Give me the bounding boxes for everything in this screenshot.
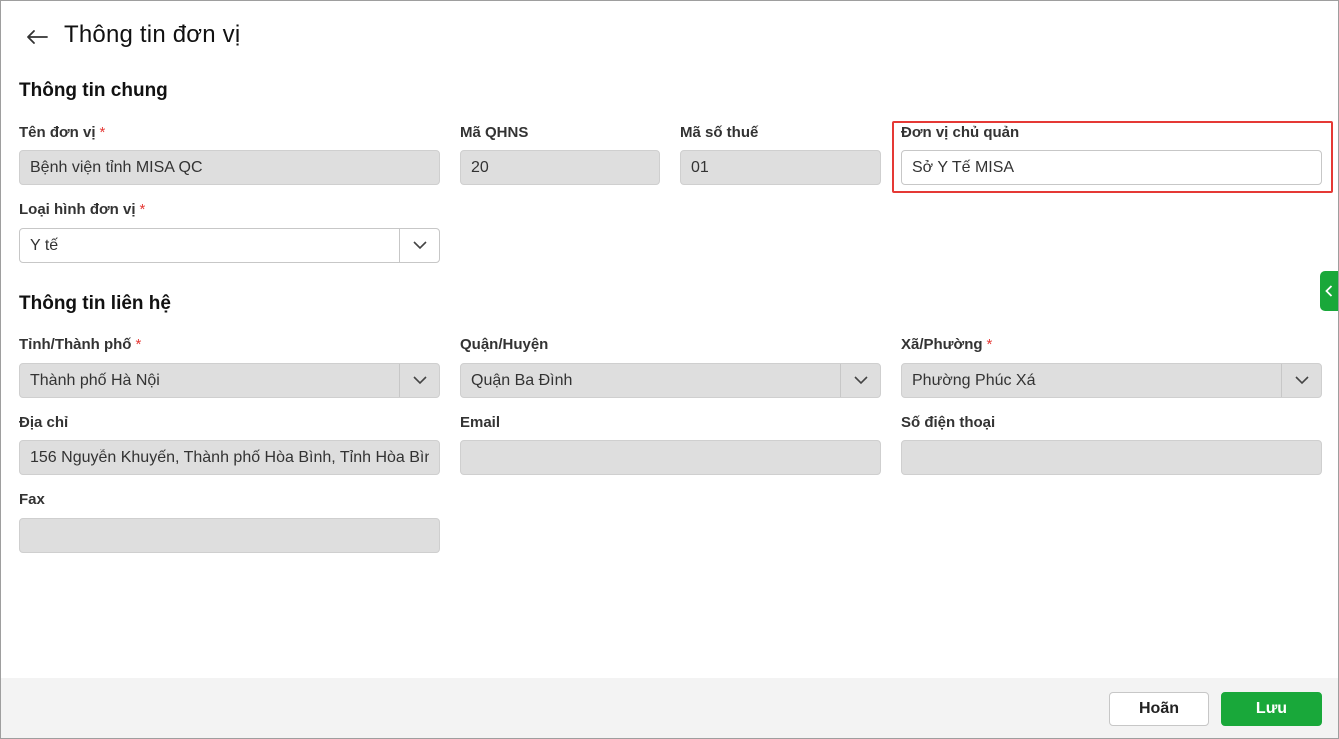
chevron-left-icon	[1325, 285, 1333, 297]
tax-code-label: Mã số thuế	[680, 124, 759, 141]
chevron-down-icon	[412, 376, 427, 385]
unit-type-select[interactable]: Y tế	[19, 228, 440, 263]
unit-name-label-text: Tên đơn vị	[19, 124, 96, 141]
unit-name-value: Bệnh viện tỉnh MISA QC	[30, 158, 203, 176]
chevron-down-icon	[853, 376, 868, 385]
tax-code-input[interactable]: 01	[680, 150, 881, 185]
address-value: 156 Nguyễn Khuyến, Thành phố Hòa Bình, T…	[30, 448, 429, 466]
unit-type-label: Loại hình đơn vị *	[19, 201, 145, 218]
cancel-button[interactable]: Hoãn	[1109, 692, 1209, 726]
arrow-left-icon	[27, 30, 48, 44]
unit-name-label: Tên đơn vị *	[19, 124, 105, 141]
required-marker: *	[99, 124, 106, 141]
parent-unit-label: Đơn vị chủ quản	[901, 124, 1020, 141]
district-dropdown-button[interactable]	[840, 364, 880, 397]
back-button[interactable]	[23, 25, 51, 49]
phone-label: Số điện thoại	[901, 414, 996, 431]
section-title-contact: Thông tin liên hệ	[19, 293, 171, 314]
phone-input[interactable]	[901, 440, 1322, 475]
section-title-general: Thông tin chung	[19, 80, 168, 101]
footer-bar: Hoãn Lưu	[1, 678, 1338, 738]
unit-type-value: Y tế	[30, 236, 59, 254]
chevron-down-icon	[412, 241, 427, 250]
fax-input[interactable]	[19, 518, 440, 553]
ward-value: Phường Phúc Xá	[912, 371, 1036, 389]
save-button[interactable]: Lưu	[1221, 692, 1322, 726]
email-label: Email	[460, 414, 501, 431]
fax-label: Fax	[19, 491, 45, 508]
page-header: Thông tin đơn vị	[1, 1, 1338, 71]
qhns-code-input[interactable]: 20	[460, 150, 660, 185]
qhns-code-value: 20	[471, 158, 489, 176]
side-panel-toggle[interactable]	[1320, 271, 1338, 311]
parent-unit-input[interactable]: Sở Y Tế MISA	[901, 150, 1322, 185]
unit-type-label-text: Loại hình đơn vị	[19, 201, 136, 218]
ward-label: Xã/Phường *	[901, 336, 992, 353]
province-dropdown-button[interactable]	[399, 364, 439, 397]
chevron-down-icon	[1294, 376, 1309, 385]
unit-name-input[interactable]: Bệnh viện tỉnh MISA QC	[19, 150, 440, 185]
ward-label-text: Xã/Phường	[901, 336, 983, 353]
qhns-code-label: Mã QHNS	[460, 124, 529, 141]
province-select[interactable]: Thành phố Hà Nội	[19, 363, 440, 398]
required-marker: *	[135, 336, 142, 353]
required-marker: *	[986, 336, 993, 353]
district-label: Quận/Huyện	[460, 336, 549, 353]
email-input[interactable]	[460, 440, 881, 475]
province-value: Thành phố Hà Nội	[30, 371, 160, 389]
district-select[interactable]: Quận Ba Đình	[460, 363, 881, 398]
address-label: Địa chỉ	[19, 414, 69, 431]
unit-type-dropdown-button[interactable]	[399, 229, 439, 262]
tax-code-value: 01	[691, 158, 709, 176]
district-value: Quận Ba Đình	[471, 371, 573, 389]
parent-unit-value: Sở Y Tế MISA	[912, 158, 1015, 176]
required-marker: *	[139, 201, 146, 218]
ward-select[interactable]: Phường Phúc Xá	[901, 363, 1322, 398]
address-input[interactable]: 156 Nguyễn Khuyến, Thành phố Hòa Bình, T…	[19, 440, 440, 475]
province-label: Tỉnh/Thành phố *	[19, 336, 141, 353]
unit-info-window: Thông tin đơn vị Thông tin chung Tên đơn…	[0, 0, 1339, 739]
page-title: Thông tin đơn vị	[64, 21, 241, 48]
province-label-text: Tỉnh/Thành phố	[19, 336, 132, 353]
ward-dropdown-button[interactable]	[1281, 364, 1321, 397]
